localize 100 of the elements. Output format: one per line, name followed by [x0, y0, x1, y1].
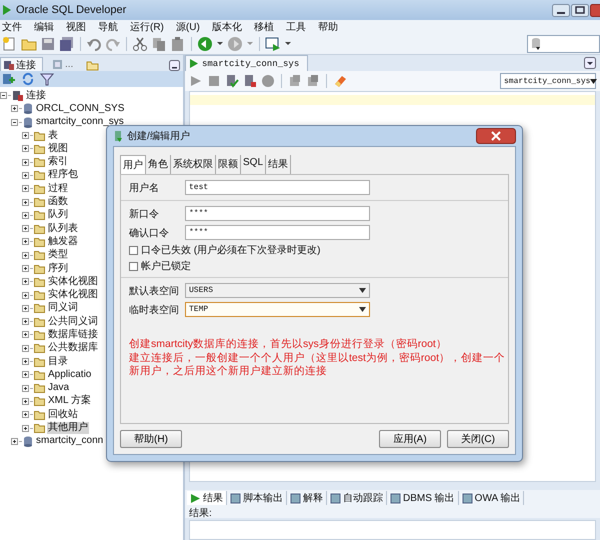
- search-field[interactable]: [527, 35, 600, 53]
- menu-item[interactable]: 移植: [254, 20, 274, 34]
- expand-toggle[interactable]: [22, 158, 29, 166]
- connection-dropdown[interactable]: smartcity_conn_sys: [500, 73, 596, 89]
- dropdown-icon[interactable]: [584, 57, 596, 69]
- output-tab[interactable]: OWA 输出: [458, 491, 524, 505]
- password-field[interactable]: ****: [185, 206, 370, 221]
- expand-toggle[interactable]: [22, 304, 29, 312]
- output-tab[interactable]: 解释: [287, 491, 327, 505]
- expand-toggle[interactable]: [22, 398, 29, 405]
- tree-item[interactable]: 表: [47, 130, 59, 142]
- menu-item[interactable]: 运行(R): [130, 20, 164, 34]
- close-icon[interactable]: [590, 4, 600, 16]
- maximize-icon[interactable]: [571, 4, 589, 16]
- paste-icon[interactable]: [170, 36, 186, 52]
- output-tab[interactable]: 结果: [187, 491, 227, 505]
- tree-item[interactable]: 目录: [47, 356, 69, 368]
- tree-item[interactable]: 连接: [25, 90, 47, 102]
- stop-icon[interactable]: [207, 74, 221, 88]
- dialog-button[interactable]: 关闭(C): [447, 430, 509, 448]
- menu-item[interactable]: 视图: [66, 20, 86, 34]
- tree-item[interactable]: 索引: [47, 156, 69, 168]
- tree-item[interactable]: 过程: [47, 182, 69, 195]
- expand-toggle[interactable]: [22, 225, 29, 232]
- tablespace-dropdown[interactable]: TEMP: [185, 302, 370, 317]
- expand-toggle[interactable]: [22, 331, 29, 338]
- editor-tab[interactable]: smartcity_conn_sys: [185, 55, 308, 71]
- menu-item[interactable]: 工具: [286, 20, 306, 34]
- expand-toggle[interactable]: [0, 92, 7, 100]
- sql-worksheet-icon[interactable]: [265, 36, 281, 52]
- expand-toggle[interactable]: [11, 438, 18, 445]
- output-tab[interactable]: 自动跟踪: [327, 491, 387, 505]
- commit-icon[interactable]: [225, 74, 239, 88]
- tree-item[interactable]: 数据库链接: [47, 328, 99, 341]
- panel-tab[interactable]: 连接: [0, 57, 43, 71]
- run-icon[interactable]: [189, 74, 203, 88]
- menu-item[interactable]: 编辑: [34, 20, 54, 34]
- panel-tab[interactable]: ...: [49, 57, 80, 71]
- tree-item[interactable]: XML 方案: [47, 395, 92, 408]
- expand-toggle[interactable]: [22, 212, 29, 219]
- expand-toggle[interactable]: [22, 265, 29, 272]
- input-field[interactable]: test: [185, 180, 370, 195]
- expand-toggle[interactable]: [11, 118, 18, 126]
- cancel-icon[interactable]: [261, 74, 275, 88]
- tree-item[interactable]: smartcity_conn: [35, 435, 104, 448]
- expand-toggle[interactable]: [22, 252, 29, 259]
- tree-item[interactable]: 触发器: [47, 236, 79, 248]
- expand-toggle[interactable]: [22, 185, 29, 192]
- expand-toggle[interactable]: [22, 238, 29, 246]
- copy-icon[interactable]: [151, 36, 167, 52]
- tree-item[interactable]: Java: [47, 382, 70, 394]
- expand-toggle[interactable]: [22, 172, 29, 179]
- menu-item[interactable]: 导航: [98, 20, 118, 34]
- expand-toggle[interactable]: [22, 145, 29, 152]
- expand-toggle[interactable]: [22, 278, 29, 286]
- expand-toggle[interactable]: [22, 344, 29, 352]
- eraser-icon[interactable]: [333, 74, 347, 88]
- expand-toggle[interactable]: [22, 198, 29, 206]
- minimize-icon[interactable]: [552, 4, 570, 16]
- minimize-icon[interactable]: [169, 60, 180, 71]
- output-tab[interactable]: DBMS 输出: [387, 491, 459, 505]
- tree-item[interactable]: Applicatio: [47, 368, 92, 381]
- expand-toggle[interactable]: [11, 105, 18, 112]
- tree-item[interactable]: 同义词: [47, 302, 79, 314]
- tree-item[interactable]: 其他用户: [47, 422, 89, 434]
- tree-item[interactable]: 实体化视图: [47, 276, 99, 288]
- tree-item[interactable]: 回收站: [47, 408, 79, 421]
- expand-toggle[interactable]: [22, 371, 29, 378]
- menu-item[interactable]: 版本化: [212, 20, 242, 34]
- output-tab[interactable]: 脚本输出: [227, 491, 287, 505]
- menu-item[interactable]: 源(U): [176, 20, 200, 34]
- expand-toggle[interactable]: [22, 292, 29, 299]
- refresh-icon[interactable]: [21, 72, 35, 86]
- rollback-icon[interactable]: [243, 74, 257, 88]
- expand-toggle[interactable]: [22, 384, 29, 392]
- close-icon[interactable]: [476, 128, 516, 144]
- password-field[interactable]: ****: [185, 225, 370, 240]
- checkbox[interactable]: [129, 246, 138, 254]
- tree-item[interactable]: 视图: [47, 142, 69, 155]
- tree-item[interactable]: 程序包: [47, 169, 79, 182]
- dialog-button[interactable]: 帮助(H): [120, 430, 182, 448]
- tree-item[interactable]: 实体化视图: [47, 289, 99, 302]
- tree-item[interactable]: 公共数据库: [47, 342, 99, 354]
- expand-toggle[interactable]: [22, 318, 29, 326]
- tree-item[interactable]: ORCL_CONN_SYS: [35, 102, 126, 115]
- save-all-icon[interactable]: [59, 36, 75, 52]
- tree-item[interactable]: 公共同义词: [47, 316, 99, 328]
- menu-item[interactable]: 文件: [2, 20, 22, 34]
- add-connection-icon[interactable]: [2, 72, 16, 86]
- tablespace-dropdown[interactable]: USERS: [185, 283, 370, 298]
- back-icon[interactable]: [197, 36, 213, 52]
- tree-item[interactable]: 队列: [47, 209, 69, 222]
- tree-item[interactable]: 函数: [47, 196, 69, 208]
- undo-icon[interactable]: [86, 36, 102, 52]
- tree-item[interactable]: smartcity_conn_sys: [35, 116, 125, 128]
- cut-icon[interactable]: [132, 36, 148, 52]
- tree-item[interactable]: 队列表: [47, 222, 79, 235]
- expand-toggle[interactable]: [22, 132, 29, 140]
- checkbox[interactable]: [129, 262, 138, 270]
- dialog-tab[interactable]: 用户: [120, 155, 146, 174]
